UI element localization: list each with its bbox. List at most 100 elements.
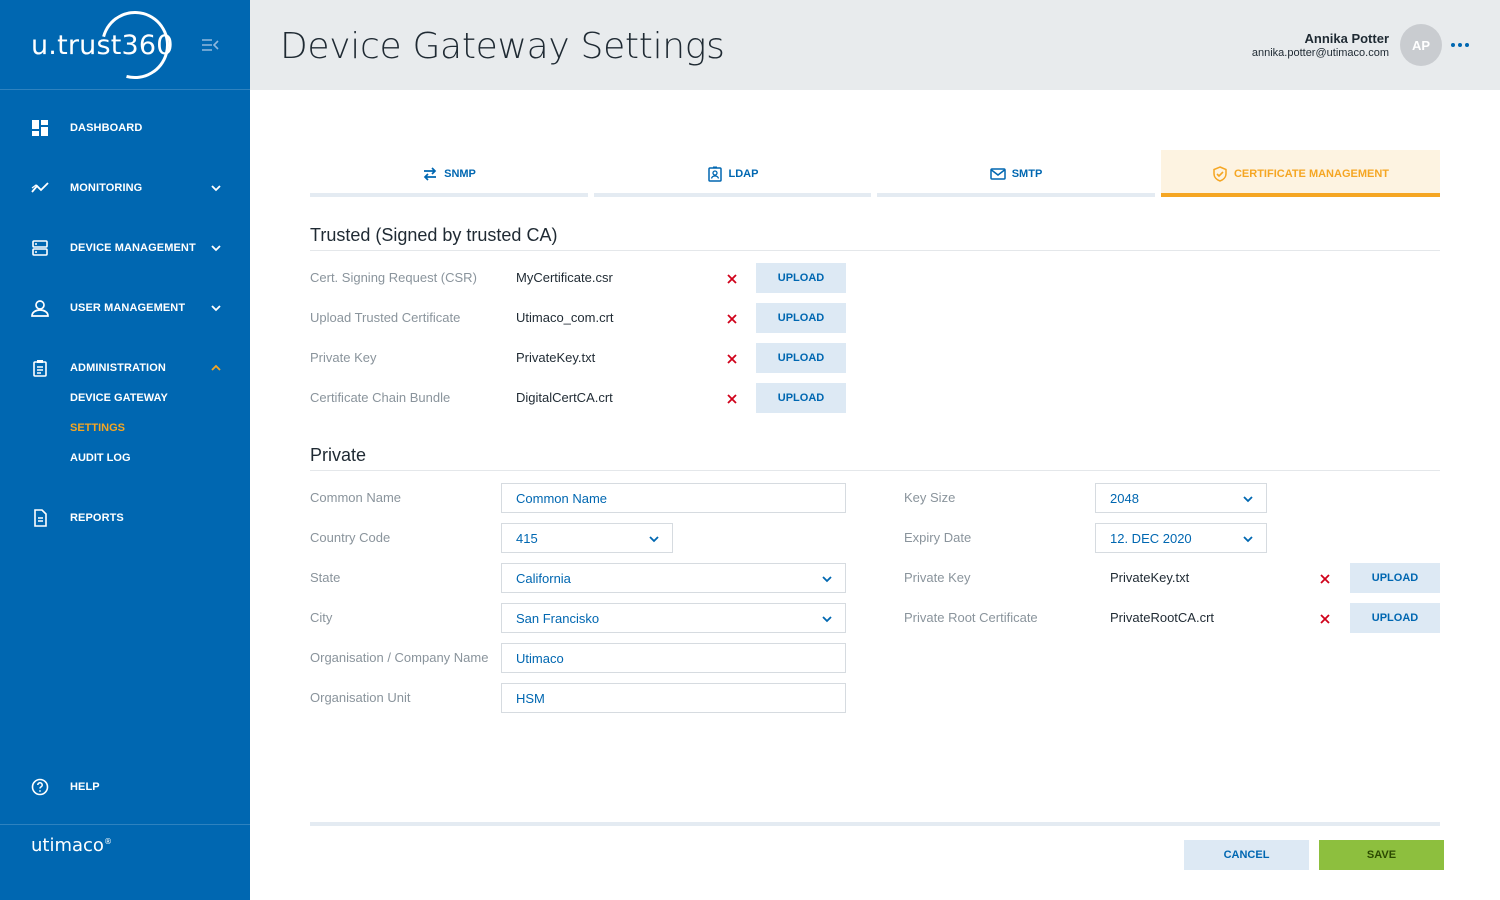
sidebar-item-administration[interactable]: ADMINISTRATION [0,353,250,383]
upload-button[interactable]: UPLOAD [1350,563,1440,593]
chevron-down-icon[interactable] [210,302,222,314]
chevron-down-icon [822,616,832,623]
chevron-up-icon[interactable] [210,362,222,374]
select-value: 12. DEC 2020 [1110,530,1192,546]
help-icon [31,778,49,796]
file-name: DigitalCertCA.crt [516,390,613,405]
select-value: San Francisko [516,610,600,626]
field-label: Certificate Chain Bundle [310,390,451,405]
user-name: Annika Potter [1304,31,1389,46]
upload-button[interactable]: UPLOAD [756,383,846,413]
tab-label: CERTIFICATE MANAGEMENT [1233,167,1389,180]
monitoring-icon [31,182,49,193]
field-label: Organisation Unit [310,690,411,705]
tab-underline [594,193,871,197]
save-button[interactable]: SAVE [1319,840,1444,870]
section-title-trusted: Trusted (Signed by trusted CA) [310,225,558,245]
sidebar-item-device-management[interactable]: DEVICE MANAGEMENT [0,233,250,263]
brand-logo: utimaco® [31,835,112,856]
sidebar-item-dashboard[interactable]: DASHBOARD [0,113,250,143]
key-size-select[interactable]: 2048 [1095,483,1267,513]
sidebar-item-label: DASHBOARD [70,122,143,134]
clipboard-icon [33,360,47,377]
field-label: Private Key [310,350,377,365]
sidebar-subitem-device-gateway[interactable]: DEVICE GATEWAY [70,392,168,404]
upload-button[interactable]: UPLOAD [1350,603,1440,633]
sidebar-item-label: REPORTS [70,512,124,524]
field-label: Upload Trusted Certificate [310,310,461,325]
upload-button[interactable]: UPLOAD [756,263,846,293]
tab-snmp[interactable]: SNMP [310,150,588,197]
field-label: Common Name [310,490,402,505]
dashboard-icon [32,120,48,136]
sidebar-divider [0,824,250,825]
server-icon [32,240,48,256]
field-label: Cert. Signing Request (CSR) [310,270,477,285]
field-label: Organisation / Company Name [310,650,489,665]
remove-file-icon[interactable] [726,353,738,365]
remove-file-icon[interactable] [1319,573,1331,585]
sidebar-subitem-settings[interactable]: SETTINGS [70,422,125,434]
organisation-unit-input[interactable]: HSM [501,683,846,713]
sidebar-item-label: DEVICE MANAGEMENT [70,242,196,254]
city-select[interactable]: San Francisko [501,603,846,633]
app-logo[interactable]: u.trust360 [31,30,174,61]
section-divider [310,250,1440,251]
footer-divider [310,822,1440,826]
sidebar-item-monitoring[interactable]: MONITORING [0,173,250,203]
collapse-menu-icon[interactable] [200,37,220,53]
tab-smtp[interactable]: SMTP [877,150,1155,197]
brand-registered-mark: ® [103,837,112,846]
expiry-date-select[interactable]: 12. DEC 2020 [1095,523,1267,553]
avatar[interactable]: AP [1400,24,1442,66]
tab-certificate-management[interactable]: CERTIFICATE MANAGEMENT [1161,150,1440,197]
select-value: California [516,570,571,586]
sidebar-item-label: MONITORING [70,182,143,194]
field-label: Country Code [310,530,391,545]
chevron-down-icon [649,536,659,543]
file-name: Utimaco_com.crt [516,310,614,325]
select-value: 415 [516,530,538,546]
chevron-down-icon[interactable] [210,182,222,194]
tab-label: SMTP [1011,167,1043,180]
more-options-icon[interactable] [1449,38,1471,52]
sidebar-item-help[interactable]: HELP [0,772,250,802]
field-label: State [310,570,341,585]
tab-underline [877,193,1155,197]
sidebar-item-reports[interactable]: REPORTS [0,503,250,533]
state-select[interactable]: California [501,563,846,593]
user-email: annika.potter@utimaco.com [1251,47,1389,59]
header: Device Gateway Settings Annika Potter an… [250,0,1500,90]
mail-icon [989,167,1006,180]
input-value: HSM [516,690,545,706]
input-value: Utimaco [516,650,564,666]
sidebar-item-user-management[interactable]: USER MANAGEMENT [0,293,250,323]
field-label: Expiry Date [904,530,972,545]
field-label: Private Key [904,570,971,585]
select-value: 2048 [1110,490,1139,506]
input-value: Common Name [516,490,608,506]
chevron-down-icon[interactable] [210,242,222,254]
tab-underline [1161,193,1440,197]
remove-file-icon[interactable] [726,313,738,325]
country-code-select[interactable]: 415 [501,523,673,553]
cancel-button[interactable]: CANCEL [1184,840,1309,870]
sidebar-subitem-audit-log[interactable]: AUDIT LOG [70,452,131,464]
chevron-down-icon [1243,496,1253,503]
organisation-input[interactable]: Utimaco [501,643,846,673]
sidebar: u.trust360 DASHBOARD MONITORING DEVICE M… [0,0,250,900]
remove-file-icon[interactable] [1319,613,1331,625]
section-title-private: Private [310,445,367,465]
remove-file-icon[interactable] [726,273,738,285]
tab-ldap[interactable]: LDAP [594,150,871,197]
sidebar-item-label: ADMINISTRATION [70,362,166,374]
common-name-input[interactable]: Common Name [501,483,846,513]
swap-icon [423,166,437,181]
upload-button[interactable]: UPLOAD [756,303,846,333]
upload-button[interactable]: UPLOAD [756,343,846,373]
user-icon [31,300,49,317]
brand-name: utimaco [31,835,104,856]
remove-file-icon[interactable] [726,393,738,405]
chevron-down-icon [1243,536,1253,543]
file-name: PrivateKey.txt [516,350,596,365]
